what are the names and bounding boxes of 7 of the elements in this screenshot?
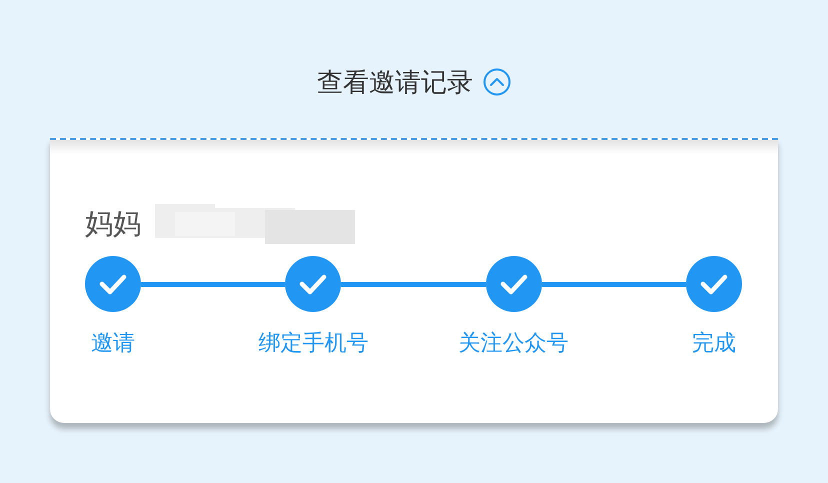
chevron-up-icon[interactable] (483, 68, 511, 96)
step-label: 绑定手机号 (258, 330, 368, 358)
step-label: 关注公众号 (458, 330, 569, 358)
section-title: 查看邀请记录 (317, 66, 473, 100)
step-label: 邀请 (91, 330, 135, 358)
contact-name: 妈妈 (85, 206, 141, 242)
step-label: 完成 (692, 330, 736, 358)
